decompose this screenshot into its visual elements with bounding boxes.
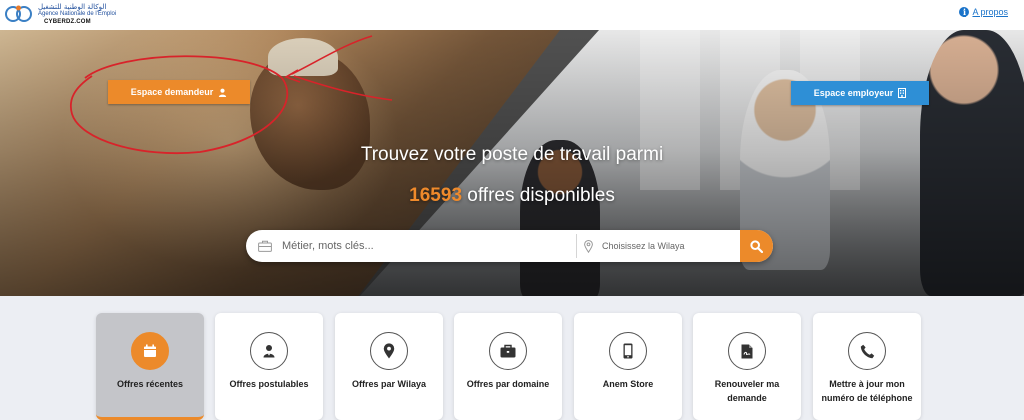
offers-count-suffix: offres disponibles [462, 185, 615, 206]
category-cards: Offres récentes Offres postulables Offre… [96, 313, 926, 420]
user-icon [263, 345, 275, 358]
logo-arabic-text: الوكالة الوطنية للتشغيل [38, 3, 107, 11]
job-search-field [258, 230, 574, 262]
search-bar [246, 230, 773, 262]
card-label: Offres par Wilaya [352, 379, 426, 389]
card-anem-store[interactable]: Anem Store [574, 313, 682, 420]
wilaya-input[interactable] [602, 241, 722, 251]
espace-demandeur-label: Espace demandeur [130, 87, 214, 97]
card-label: Offres postulables [229, 379, 309, 389]
map-marker-icon [584, 239, 593, 253]
search-button[interactable] [740, 230, 773, 262]
user-icon [219, 88, 227, 97]
apropos-link[interactable]: i A propos [959, 7, 1008, 17]
apropos-label: A propos [972, 7, 1008, 17]
card-mettre-a-jour-telephone[interactable]: Mettre à jour mon numéro de téléphone [813, 313, 921, 420]
info-icon: i [959, 7, 970, 17]
card-offres-par-domaine[interactable]: Offres par domaine [454, 313, 562, 420]
logo-mark-icon [5, 5, 32, 22]
mobile-icon [623, 343, 633, 359]
wilaya-search-field [584, 230, 734, 262]
offers-count-number: 16593 [409, 185, 463, 206]
briefcase-icon [500, 344, 516, 358]
map-marker-icon [383, 343, 395, 359]
logo-french-text: Agence Nationale de l'Emploi [38, 11, 117, 17]
hero-title: Trouvez votre poste de travail parmi [360, 144, 664, 165]
search-icon [750, 239, 763, 253]
espace-employeur-button[interactable]: Espace employeur [791, 81, 929, 105]
briefcase-icon [258, 240, 272, 252]
card-offres-par-wilaya[interactable]: Offres par Wilaya [335, 313, 443, 420]
card-label: Anem Store [602, 379, 654, 389]
espace-employeur-label: Espace employeur [813, 88, 894, 98]
hero-banner: Espace demandeur Espace employeur Trouve… [0, 30, 1024, 296]
card-label: Offres récentes [116, 379, 184, 389]
job-keywords-input[interactable] [282, 240, 542, 252]
document-icon [741, 344, 753, 358]
offers-count-line: 16593 offres disponibles [0, 185, 1024, 207]
calendar-icon [144, 344, 156, 357]
building-icon [898, 88, 907, 98]
card-label: Mettre à jour mon numéro de téléphone [821, 379, 913, 403]
card-renouveler-demande[interactable]: Renouveler ma demande [693, 313, 801, 420]
card-offres-postulables[interactable]: Offres postulables [215, 313, 323, 420]
espace-demandeur-button[interactable]: Espace demandeur [108, 80, 250, 104]
watermark-text: CYBERDZ.COM [44, 19, 91, 25]
card-label: Renouveler ma demande [714, 379, 780, 403]
phone-icon [860, 344, 874, 358]
top-bar: الوكالة الوطنية للتشغيل Agence Nationale… [0, 0, 1024, 30]
card-label: Offres par domaine [466, 379, 550, 389]
card-offres-recentes[interactable]: Offres récentes [96, 313, 204, 420]
anem-logo[interactable]: الوكالة الوطنية للتشغيل Agence Nationale… [4, 2, 134, 28]
